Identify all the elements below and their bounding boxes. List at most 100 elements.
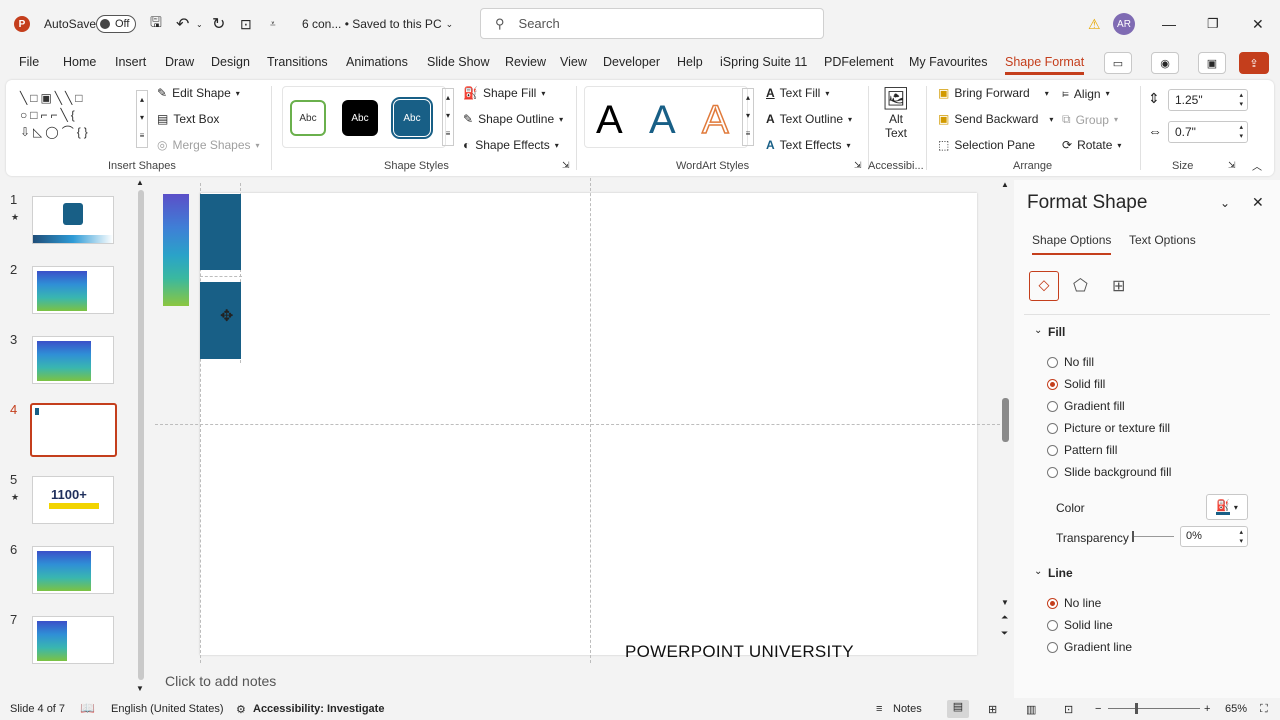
language-indicator[interactable]: English (United States)	[111, 703, 224, 715]
radio-gradient-line[interactable]: Gradient line	[1047, 640, 1132, 654]
slide-counter[interactable]: Slide 4 of 7	[10, 703, 65, 715]
fill-line-icon[interactable]: ⬦	[1029, 271, 1059, 301]
canvas-scrollbar-thumb[interactable]	[1002, 398, 1009, 442]
radio-no-fill[interactable]: No fill	[1047, 355, 1094, 369]
scroll-down-icon[interactable]: ▼	[1001, 598, 1009, 607]
close-icon[interactable]: ✕	[1252, 0, 1264, 48]
size-properties-icon[interactable]: ⊞	[1112, 276, 1125, 296]
shapes-gallery[interactable]: ╲□▣╲╲□ ○□⌐⌐╲{⇩◺◯⌒{}	[20, 90, 138, 150]
thumbnails-scrollbar[interactable]	[138, 190, 144, 680]
redo-icon[interactable]: ↻	[212, 0, 225, 48]
shape-effects-button[interactable]: ◐ Shape Effects ▾	[463, 138, 559, 152]
shape-style-blue[interactable]: Abc	[391, 97, 433, 139]
slide-thumbnail-3[interactable]	[32, 336, 114, 384]
guide-vertical-center[interactable]	[590, 178, 591, 663]
alt-text-button[interactable]: 🖼 Alt Text	[878, 86, 914, 140]
slide-thumbnail-4[interactable]	[30, 403, 117, 457]
notes-placeholder[interactable]: Click to add notes	[165, 673, 276, 689]
document-title[interactable]: 6 con... • Saved to this PC ⌄	[302, 0, 453, 48]
fill-color-picker[interactable]: ⛽ ▾	[1206, 494, 1248, 520]
next-slide-icon[interactable]: ⏷	[1001, 628, 1008, 639]
collapse-ribbon-icon[interactable]: ︿	[1252, 158, 1262, 173]
spelling-icon[interactable]: 📖	[80, 701, 95, 715]
bring-forward-button[interactable]: ▣ Bring Forward ▾	[938, 86, 1049, 100]
shapes-gallery-more-icon[interactable]: ▴ ▾ ≡	[136, 90, 148, 148]
collapse-fill-icon[interactable]: ⌄	[1034, 325, 1042, 336]
shape-height-input[interactable]: 1.25" ▴ ▾	[1168, 89, 1248, 111]
customize-qat-icon[interactable]: ⩡	[270, 0, 276, 48]
tab-view[interactable]: View	[560, 55, 587, 69]
radio-picture-fill[interactable]: Picture or texture fill	[1047, 421, 1170, 435]
tab-my-favourites[interactable]: My Favourites	[909, 55, 988, 69]
align-button[interactable]: ⫢ Align ▾	[1062, 86, 1110, 101]
effects-pentagon-icon[interactable]: ⬠	[1073, 276, 1088, 296]
radio-slide-background-fill[interactable]: Slide background fill	[1047, 465, 1171, 479]
tab-file[interactable]: File	[19, 55, 39, 69]
collapse-line-icon[interactable]: ⌄	[1034, 566, 1042, 577]
fill-section-header[interactable]: Fill	[1048, 325, 1065, 339]
zoom-in-icon[interactable]: +	[1204, 703, 1210, 715]
warning-icon[interactable]: ⚠	[1088, 0, 1101, 48]
slideshow-icon[interactable]: ⊡	[1064, 703, 1073, 716]
shape-fill-button[interactable]: ⛽ Shape Fill ▾	[463, 86, 545, 100]
minimize-icon[interactable]: —	[1162, 0, 1176, 48]
text-box-button[interactable]: ▤ Text Box	[157, 112, 219, 126]
text-outline-button[interactable]: A Text Outline ▾	[766, 112, 852, 126]
accessibility-status[interactable]: Accessibility: Investigate	[253, 703, 384, 715]
save-icon[interactable]: 🖫	[150, 0, 162, 48]
tab-ispring[interactable]: iSpring Suite 11	[720, 55, 807, 69]
transparency-slider-handle[interactable]	[1132, 531, 1134, 542]
shape-outline-button[interactable]: ✎ Shape Outline ▾	[463, 112, 563, 126]
slide-thumbnail-5[interactable]: 1100+	[32, 476, 114, 524]
comments-icon[interactable]: ▭	[1104, 52, 1132, 74]
present-icon[interactable]: ⊡	[240, 0, 252, 48]
teams-icon[interactable]: ▣	[1198, 52, 1226, 74]
fit-to-window-icon[interactable]: ⛶	[1260, 703, 1268, 716]
normal-view-icon[interactable]: ▤	[947, 700, 969, 718]
guide-horizontal-center[interactable]	[155, 424, 1005, 425]
send-backward-button[interactable]: ▣ Send Backward ▾	[938, 112, 1053, 126]
guide-horizontal[interactable]	[200, 276, 242, 277]
group-button[interactable]: ⧉ Group ▾	[1062, 112, 1118, 127]
color-swatch-strip[interactable]	[163, 194, 189, 306]
radio-solid-fill[interactable]: Solid fill	[1047, 377, 1105, 391]
shape-styles-more-icon[interactable]: ▴ ▾ ≡	[442, 88, 454, 146]
zoom-level[interactable]: 65%	[1225, 703, 1247, 715]
merge-shapes-button[interactable]: ◎ Merge Shapes ▾	[157, 138, 260, 152]
slide-thumbnail-6[interactable]	[32, 546, 114, 594]
scroll-up-icon[interactable]: ▲	[1001, 180, 1009, 189]
wordart-orange-outline[interactable]: A	[701, 97, 729, 143]
rotate-button[interactable]: ⟳ Rotate ▾	[1062, 138, 1121, 152]
search-box[interactable]: ⚲ Search	[480, 8, 824, 39]
tab-insert[interactable]: Insert	[115, 55, 146, 69]
wordart-black[interactable]: A	[596, 98, 623, 143]
slide-thumbnail-7[interactable]	[32, 616, 114, 664]
tab-design[interactable]: Design	[211, 55, 250, 69]
undo-dropdown-icon[interactable]: ⌄	[196, 0, 203, 48]
close-pane-icon[interactable]: ✕	[1252, 194, 1264, 211]
radio-gradient-fill[interactable]: Gradient fill	[1047, 399, 1125, 413]
zoom-slider-handle[interactable]	[1135, 703, 1138, 714]
tab-developer[interactable]: Developer	[603, 55, 660, 69]
text-effects-button[interactable]: A Text Effects ▾	[766, 138, 851, 152]
wordart-more-icon[interactable]: ▴ ▾ ≡	[742, 88, 754, 146]
transparency-input[interactable]: 0% ▴ ▾	[1180, 526, 1248, 547]
line-section-header[interactable]: Line	[1048, 566, 1073, 580]
tab-slide-show[interactable]: Slide Show	[427, 55, 490, 69]
undo-icon[interactable]: ↶	[176, 0, 189, 48]
tab-shape-format[interactable]: Shape Format	[1005, 55, 1085, 75]
tab-home[interactable]: Home	[63, 55, 96, 69]
blue-rectangle-shape[interactable]	[200, 194, 241, 270]
tab-transitions[interactable]: Transitions	[267, 55, 328, 69]
previous-slide-icon[interactable]: ⏶	[1001, 612, 1008, 623]
tab-draw[interactable]: Draw	[165, 55, 194, 69]
dialog-launcher-icon[interactable]: ⇲	[562, 160, 570, 171]
radio-no-line[interactable]: No line	[1047, 596, 1101, 610]
slide-thumbnail-1[interactable]	[32, 196, 114, 244]
selection-pane-button[interactable]: ⬚ Selection Pane	[938, 138, 1035, 152]
record-icon[interactable]: ◉	[1151, 52, 1179, 74]
tab-text-options[interactable]: Text Options	[1129, 233, 1196, 247]
autosave-toggle[interactable]: Off	[96, 0, 136, 48]
pane-options-chevron-icon[interactable]: ⌄	[1220, 196, 1230, 210]
tab-shape-options[interactable]: Shape Options	[1032, 233, 1112, 255]
